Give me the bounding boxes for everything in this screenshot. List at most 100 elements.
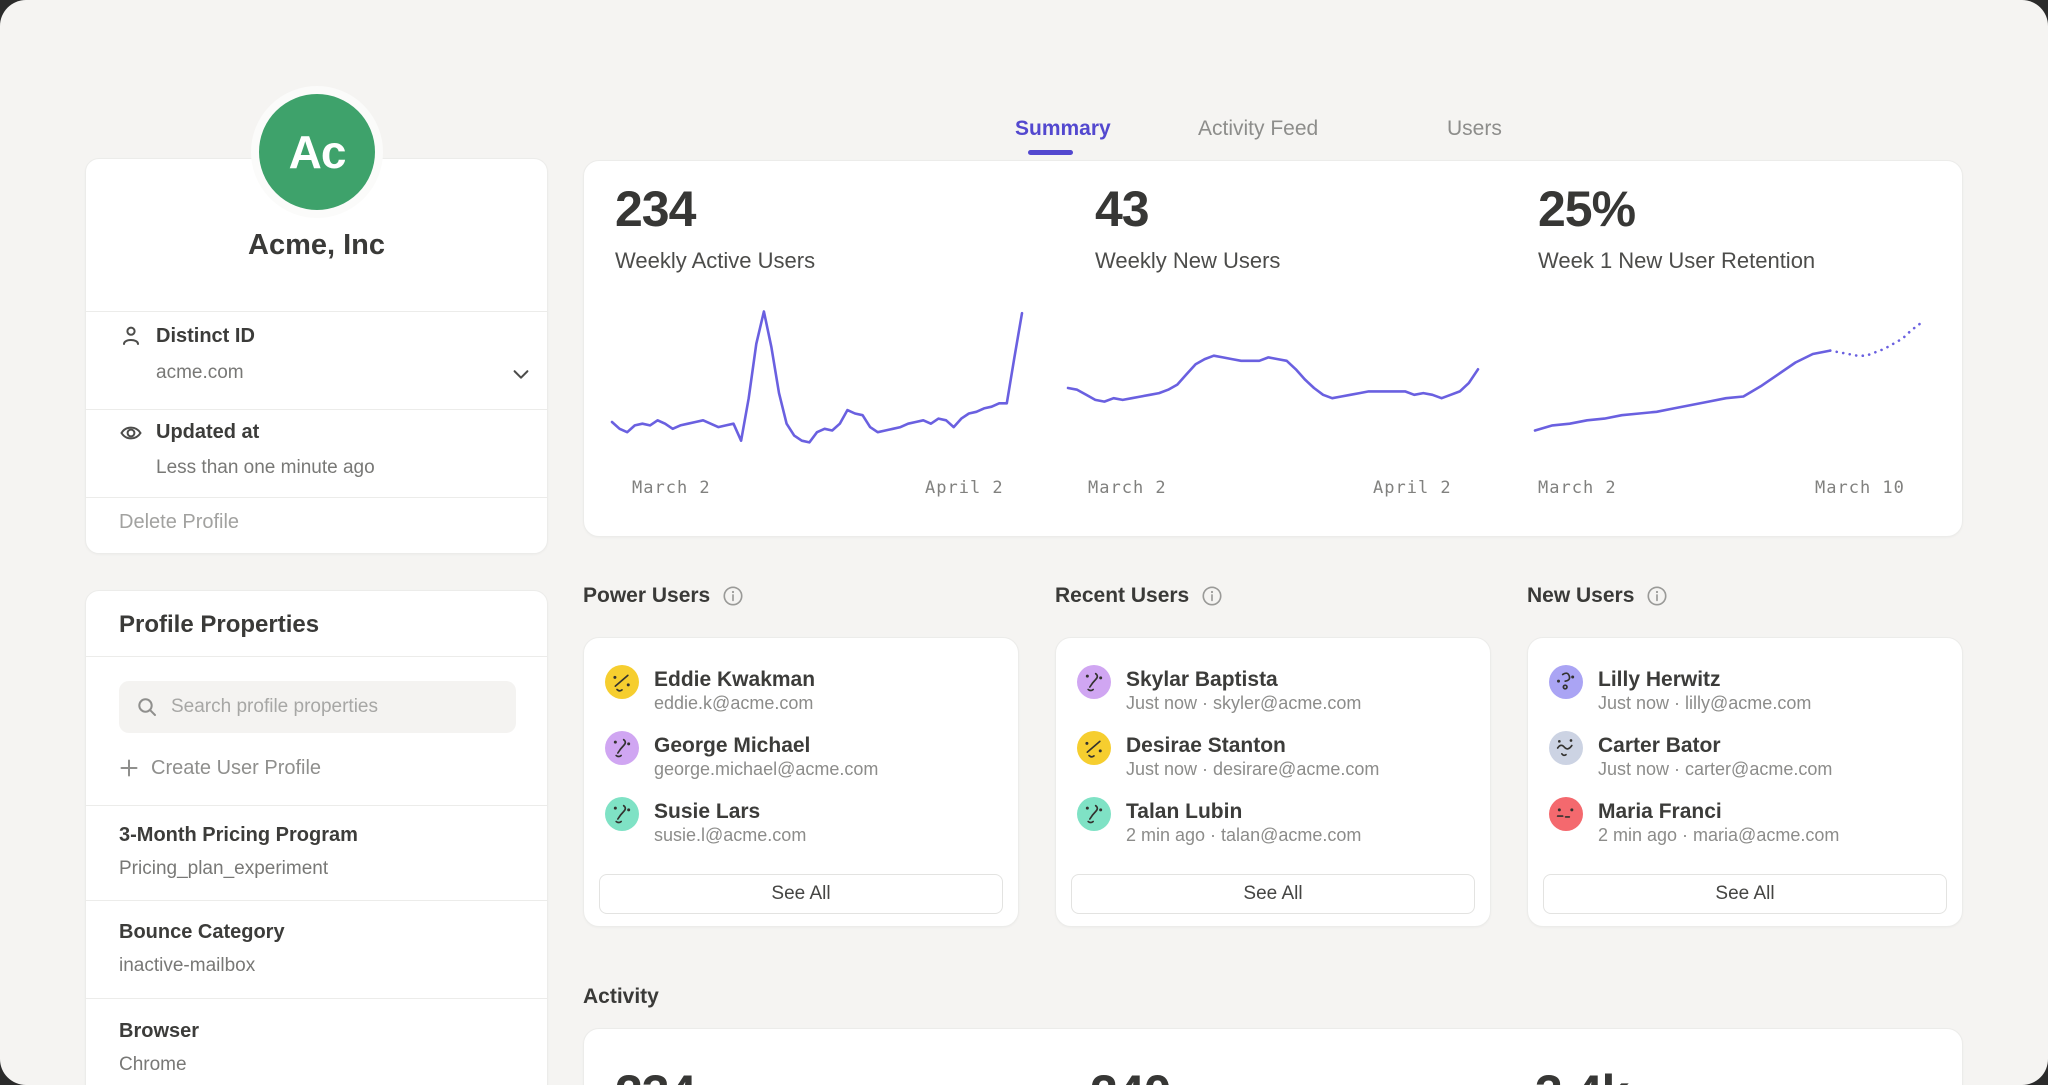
avatar bbox=[1077, 797, 1111, 831]
avatar-face-icon bbox=[1551, 733, 1581, 763]
profile-properties-card: Profile Properties Create User Profile 3… bbox=[85, 590, 548, 1085]
active-tab-underline bbox=[1028, 150, 1073, 155]
divider bbox=[86, 805, 547, 806]
property-value: inactive-mailbox bbox=[119, 955, 255, 977]
see-all-button[interactable]: See All bbox=[1543, 874, 1947, 914]
weekly-active-users-chart bbox=[612, 303, 1022, 473]
x-axis-tick: April 2 bbox=[1373, 478, 1452, 498]
company-name: Acme, Inc bbox=[86, 229, 547, 262]
avatar-face-icon bbox=[1551, 799, 1581, 829]
avatar-face-icon bbox=[1551, 667, 1581, 697]
user-row[interactable]: Lilly Herwitz Just now · lilly@acme.com bbox=[1528, 658, 1962, 714]
divider bbox=[86, 311, 547, 312]
retention-label: Week 1 New User Retention bbox=[1538, 248, 1815, 274]
activity-stat: 3.4k bbox=[1535, 1068, 1628, 1085]
info-icon[interactable] bbox=[722, 585, 744, 607]
divider bbox=[86, 497, 547, 498]
app-window: Ac Acme, Inc Distinct ID acme.com Update… bbox=[0, 0, 2048, 1085]
see-all-button[interactable]: See All bbox=[599, 874, 1003, 914]
recent-users-header: Recent Users bbox=[1055, 584, 1223, 608]
divider bbox=[86, 409, 547, 410]
user-name: Maria Franci bbox=[1598, 800, 1722, 823]
user-row[interactable]: Susie Lars susie.l@acme.com bbox=[584, 790, 1018, 846]
plus-icon bbox=[119, 758, 139, 778]
user-meta: Just now · skyler@acme.com bbox=[1126, 694, 1361, 714]
activity-section-title: Activity bbox=[583, 985, 659, 1009]
profile-properties-title: Profile Properties bbox=[119, 611, 319, 639]
retention-stat: 25% bbox=[1538, 184, 1635, 234]
user-name: Carter Bator bbox=[1598, 734, 1721, 757]
search-input[interactable] bbox=[119, 681, 516, 733]
avatar bbox=[605, 731, 639, 765]
avatar bbox=[605, 665, 639, 699]
avatar-face-icon bbox=[607, 733, 637, 763]
x-axis-tick: April 2 bbox=[925, 478, 1004, 498]
user-row[interactable]: Skylar Baptista Just now · skyler@acme.c… bbox=[1056, 658, 1490, 714]
power-users-card: Eddie Kwakman eddie.k@acme.com George Mi… bbox=[583, 637, 1019, 927]
retention-chart bbox=[1535, 303, 1945, 473]
eye-icon bbox=[119, 421, 143, 445]
x-axis-tick: March 2 bbox=[1538, 478, 1617, 498]
recent-users-title: Recent Users bbox=[1055, 584, 1189, 608]
tab-summary[interactable]: Summary bbox=[1015, 117, 1111, 141]
user-row[interactable]: Maria Franci 2 min ago · maria@acme.com bbox=[1528, 790, 1962, 846]
power-users-header: Power Users bbox=[583, 584, 744, 608]
user-meta: george.michael@acme.com bbox=[654, 760, 878, 780]
avatar-face-icon bbox=[607, 667, 637, 697]
delete-profile-button[interactable]: Delete Profile bbox=[119, 511, 239, 534]
x-axis-tick: March 10 bbox=[1815, 478, 1905, 498]
chevron-down-icon[interactable] bbox=[510, 363, 532, 385]
info-icon[interactable] bbox=[1646, 585, 1668, 607]
person-icon bbox=[119, 324, 143, 348]
weekly-active-users-stat: 234 bbox=[615, 184, 695, 234]
weekly-active-users-label: Weekly Active Users bbox=[615, 248, 815, 274]
avatar-face-icon bbox=[1079, 733, 1109, 763]
new-users-card: Lilly Herwitz Just now · lilly@acme.com … bbox=[1527, 637, 1963, 927]
divider bbox=[86, 998, 547, 999]
x-axis-tick: March 2 bbox=[1088, 478, 1167, 498]
new-users-title: New Users bbox=[1527, 584, 1634, 608]
weekly-new-users-chart bbox=[1068, 303, 1478, 473]
user-row[interactable]: George Michael george.michael@acme.com bbox=[584, 724, 1018, 780]
see-all-button[interactable]: See All bbox=[1071, 874, 1475, 914]
create-user-profile-label: Create User Profile bbox=[151, 757, 321, 780]
distinct-id-label: Distinct ID bbox=[156, 325, 255, 348]
property-name: Browser bbox=[119, 1020, 199, 1043]
create-user-profile-button[interactable]: Create User Profile bbox=[119, 753, 321, 783]
user-name: Eddie Kwakman bbox=[654, 668, 815, 691]
recent-users-card: Skylar Baptista Just now · skyler@acme.c… bbox=[1055, 637, 1491, 927]
tab-users[interactable]: Users bbox=[1447, 117, 1502, 141]
power-users-title: Power Users bbox=[583, 584, 710, 608]
user-meta: Just now · carter@acme.com bbox=[1598, 760, 1832, 780]
user-meta: eddie.k@acme.com bbox=[654, 694, 813, 714]
user-row[interactable]: Talan Lubin 2 min ago · talan@acme.com bbox=[1056, 790, 1490, 846]
updated-at-value: Less than one minute ago bbox=[156, 457, 375, 479]
user-meta: 2 min ago · talan@acme.com bbox=[1126, 826, 1361, 846]
user-row[interactable]: Eddie Kwakman eddie.k@acme.com bbox=[584, 658, 1018, 714]
updated-at-label: Updated at bbox=[156, 421, 259, 444]
user-name: Desirae Stanton bbox=[1126, 734, 1286, 757]
distinct-id-value: acme.com bbox=[156, 362, 244, 384]
user-name: George Michael bbox=[654, 734, 810, 757]
property-name: Bounce Category bbox=[119, 921, 285, 944]
company-avatar: Ac bbox=[251, 86, 383, 218]
user-name: Lilly Herwitz bbox=[1598, 668, 1721, 691]
avatar-face-icon bbox=[1079, 799, 1109, 829]
property-value: Chrome bbox=[119, 1054, 187, 1076]
user-name: Talan Lubin bbox=[1126, 800, 1242, 823]
property-value: Pricing_plan_experiment bbox=[119, 858, 328, 880]
activity-stat: 234 bbox=[615, 1068, 695, 1085]
avatar-face-icon bbox=[607, 799, 637, 829]
user-meta: 2 min ago · maria@acme.com bbox=[1598, 826, 1839, 846]
avatar bbox=[605, 797, 639, 831]
x-axis-tick: March 2 bbox=[632, 478, 711, 498]
info-icon[interactable] bbox=[1201, 585, 1223, 607]
activity-stat: 240 bbox=[1090, 1068, 1170, 1085]
divider bbox=[86, 900, 547, 901]
user-row[interactable]: Desirae Stanton Just now · desirare@acme… bbox=[1056, 724, 1490, 780]
user-row[interactable]: Carter Bator Just now · carter@acme.com bbox=[1528, 724, 1962, 780]
activity-card bbox=[583, 1028, 1963, 1085]
tab-activity-feed[interactable]: Activity Feed bbox=[1198, 117, 1318, 141]
user-name: Skylar Baptista bbox=[1126, 668, 1278, 691]
user-meta: susie.l@acme.com bbox=[654, 826, 806, 846]
